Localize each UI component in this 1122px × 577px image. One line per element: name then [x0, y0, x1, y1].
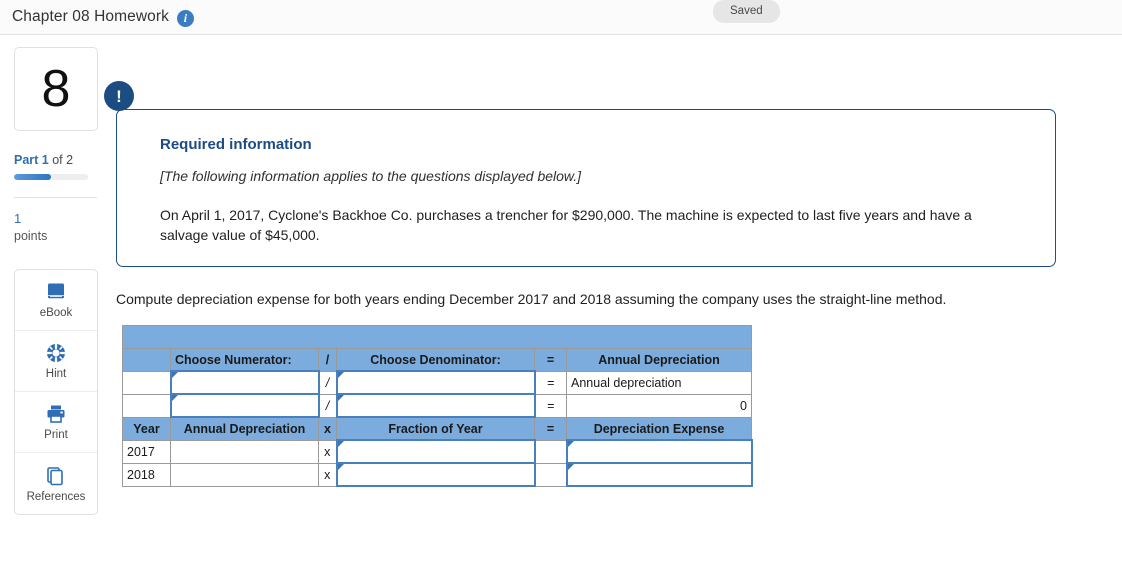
header-corner [122, 347, 171, 372]
formula-row-1-equals: = [534, 370, 567, 395]
progress-bar [14, 174, 88, 180]
tool-ebook[interactable]: eBook [15, 270, 97, 332]
year-row-2-expense-input[interactable] [565, 462, 753, 488]
year-row-1-fraction-input[interactable] [335, 439, 536, 465]
required-information-box: ! Required information [The following in… [104, 81, 1056, 267]
table-band-row [122, 324, 752, 349]
table-row: / = Annual depreciation [122, 370, 752, 396]
table-header-row: Choose Numerator: / Choose Denominator: … [122, 347, 752, 372]
table-row: / = 0 [122, 393, 752, 419]
year-row-2-times: x [318, 462, 337, 487]
formula-row-1-result: Annual depreciation [566, 370, 752, 395]
question-prompt: Compute depreciation expense for both ye… [116, 290, 947, 307]
table-row: 2018 x [122, 462, 753, 488]
part-label: Part 1 of 2 [14, 153, 90, 167]
progress-fill [14, 174, 51, 180]
copy-pages-icon [45, 465, 67, 487]
points-label: points [14, 228, 48, 243]
required-information-note: [The following information applies to th… [160, 168, 582, 184]
page-title: Chapter 08 Homework [12, 8, 169, 25]
header-equals: = [534, 347, 567, 372]
points-value: 1 [14, 211, 22, 226]
header-year: Year [122, 416, 171, 441]
year-row-1-equals [534, 439, 567, 464]
tool-references[interactable]: References [15, 453, 97, 514]
table-row: 2017 x [122, 439, 753, 465]
header-annual-depreciation: Annual Depreciation [566, 347, 752, 372]
formula-row-1-operator: / [318, 370, 337, 395]
part-current: Part 1 [14, 153, 49, 167]
lifebuoy-icon [46, 342, 66, 364]
year-row-1-expense-input[interactable] [565, 439, 753, 465]
header-times: x [318, 416, 337, 441]
formula-row-2-denominator-input[interactable] [335, 393, 536, 419]
points-block: 1 points [14, 211, 113, 244]
tool-label: Print [44, 429, 68, 442]
header-depreciation-expense: Depreciation Expense [566, 416, 752, 441]
table-top-band [122, 324, 752, 349]
app-header: Chapter 08 Homework i Saved [0, 0, 1122, 35]
header-equals-2: = [534, 416, 567, 441]
tool-label: Hint [45, 368, 67, 381]
header-choose-numerator: Choose Numerator: [170, 347, 319, 372]
table-subheader-row: Year Annual Depreciation x Fraction of Y… [122, 416, 752, 441]
question-number-card: 8 [14, 47, 98, 131]
formula-row-2-operator: / [318, 393, 337, 418]
info-icon[interactable]: i [176, 9, 194, 27]
header-slash: / [318, 347, 337, 372]
year-row-1-annual-depreciation-input[interactable] [170, 439, 319, 464]
depreciation-worksheet: Choose Numerator: / Choose Denominator: … [122, 324, 753, 488]
rail-divider [14, 197, 97, 198]
required-information-title: Required information [160, 136, 312, 153]
year-row-2-year: 2018 [122, 462, 171, 487]
year-row-1-times: x [318, 439, 337, 464]
exclamation-icon: ! [104, 81, 134, 111]
required-information-body: On April 1, 2017, Cyclone's Backhoe Co. … [160, 207, 972, 243]
part-progress: Part 1 of 2 [14, 153, 90, 180]
year-row-2-fraction-input[interactable] [335, 462, 536, 488]
page-body: 8 Part 1 of 2 1 points eBook Hint Print … [0, 35, 1122, 516]
header-annual-depreciation-2: Annual Depreciation [170, 416, 319, 441]
tool-panel: eBook Hint Print References [14, 269, 98, 516]
part-total: of 2 [48, 153, 74, 167]
header-choose-denominator: Choose Denominator: [336, 347, 535, 372]
tool-label: eBook [39, 307, 73, 320]
formula-row-2-result: 0 [566, 393, 752, 418]
formula-row-2-numerator-input[interactable] [169, 393, 320, 419]
status-badge: Saved [713, 0, 780, 23]
formula-row-1-denominator-select[interactable] [335, 370, 536, 396]
formula-row-1-label [122, 370, 171, 395]
header-fraction-of-year: Fraction of Year [336, 416, 535, 441]
formula-row-2-equals: = [534, 393, 567, 418]
question-content: ! Required information [The following in… [104, 35, 1122, 515]
formula-row-1-numerator-select[interactable] [169, 370, 320, 396]
question-rail: 8 Part 1 of 2 1 points eBook Hint Print … [0, 35, 113, 516]
ebook-icon [45, 281, 67, 303]
year-row-2-annual-depreciation-input[interactable] [170, 462, 319, 487]
year-row-1-year: 2017 [122, 439, 171, 464]
tool-print[interactable]: Print [15, 392, 97, 454]
required-information-inner: Required information [The following info… [117, 110, 1055, 266]
formula-row-2-label [122, 393, 171, 418]
printer-icon [45, 403, 67, 425]
tool-label: References [26, 490, 86, 503]
tool-hint[interactable]: Hint [15, 331, 97, 393]
year-row-2-equals [534, 462, 567, 487]
